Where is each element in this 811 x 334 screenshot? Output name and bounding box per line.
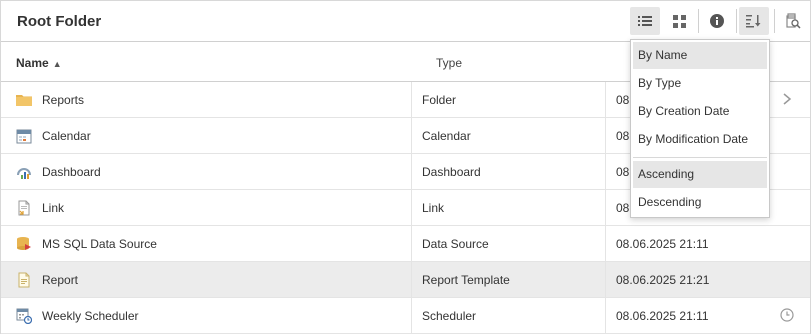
item-name: Link bbox=[42, 201, 65, 215]
dashboard-icon bbox=[17, 168, 31, 179]
toolbar: Root Folder bbox=[1, 1, 810, 42]
grid-view-icon bbox=[672, 14, 686, 28]
item-name: Weekly Scheduler bbox=[42, 309, 139, 323]
sort-icon bbox=[746, 15, 761, 28]
item-date: 08.06.2025 21:11 bbox=[616, 309, 709, 323]
grid-view-button[interactable] bbox=[664, 7, 694, 35]
sort-ascending-icon: ▲ bbox=[52, 59, 62, 69]
sort-by-modification-date-option[interactable]: By Modification Date bbox=[633, 126, 767, 153]
sort-by-creation-date-option[interactable]: By Creation Date bbox=[633, 98, 767, 125]
item-name: Reports bbox=[42, 93, 85, 107]
sort-button[interactable] bbox=[739, 7, 769, 35]
item-date: 08 bbox=[616, 201, 630, 215]
item-type: Data Source bbox=[422, 237, 489, 251]
sort-by-type-option[interactable]: By Type bbox=[633, 70, 767, 97]
list-item[interactable]: Report Report Template 08.06.2025 21:21 bbox=[1, 262, 810, 298]
sort-ascending-option[interactable]: Ascending bbox=[633, 161, 767, 188]
file-browser: Root Folder Name ▲ Type Reports Folder 0… bbox=[0, 0, 811, 334]
list-view-button[interactable] bbox=[630, 7, 660, 35]
list-item[interactable]: Weekly Scheduler Scheduler 08.06.2025 21… bbox=[1, 298, 810, 334]
item-name: Calendar bbox=[42, 129, 91, 143]
item-type: Folder bbox=[422, 93, 457, 107]
link-icon bbox=[18, 200, 30, 216]
list-item[interactable]: MS SQL Data Source Data Source 08.06.202… bbox=[1, 226, 810, 262]
item-date: 08.06.2025 21:11 bbox=[616, 237, 709, 251]
search-folder-button[interactable] bbox=[778, 7, 808, 35]
item-name: Report bbox=[42, 273, 79, 287]
item-type: Report Template bbox=[422, 273, 510, 287]
name-column-label: Name bbox=[16, 56, 49, 70]
menu-divider bbox=[633, 157, 767, 158]
item-name: Dashboard bbox=[42, 165, 101, 179]
sort-by-name-option[interactable]: By Name bbox=[633, 42, 767, 69]
folder-icon bbox=[16, 95, 32, 106]
item-type: Dashboard bbox=[422, 165, 481, 179]
page-title: Root Folder bbox=[17, 13, 102, 30]
report-icon bbox=[18, 272, 30, 288]
item-date: 08 bbox=[616, 93, 630, 107]
item-date: 08 bbox=[616, 165, 630, 179]
sort-menu: By Name By Type By Creation Date By Modi… bbox=[630, 39, 770, 218]
calendar-icon bbox=[16, 129, 32, 144]
list-view-icon bbox=[638, 16, 652, 26]
clock-icon[interactable] bbox=[780, 307, 794, 323]
item-type: Scheduler bbox=[422, 309, 477, 323]
item-name: MS SQL Data Source bbox=[42, 237, 157, 251]
sort-descending-option[interactable]: Descending bbox=[633, 189, 767, 216]
search-document-icon bbox=[786, 13, 801, 29]
name-column-header[interactable]: Name ▲ bbox=[16, 56, 62, 70]
item-date: 08 bbox=[616, 129, 630, 143]
info-button[interactable] bbox=[702, 7, 732, 35]
chevron-right-icon[interactable] bbox=[780, 91, 794, 107]
database-icon bbox=[17, 237, 31, 250]
item-type: Calendar bbox=[422, 129, 471, 143]
scheduler-icon bbox=[16, 308, 32, 324]
item-type: Link bbox=[422, 201, 445, 215]
item-date: 08.06.2025 21:21 bbox=[616, 273, 710, 287]
type-column-header[interactable]: Type bbox=[436, 56, 462, 70]
info-icon bbox=[710, 14, 724, 28]
